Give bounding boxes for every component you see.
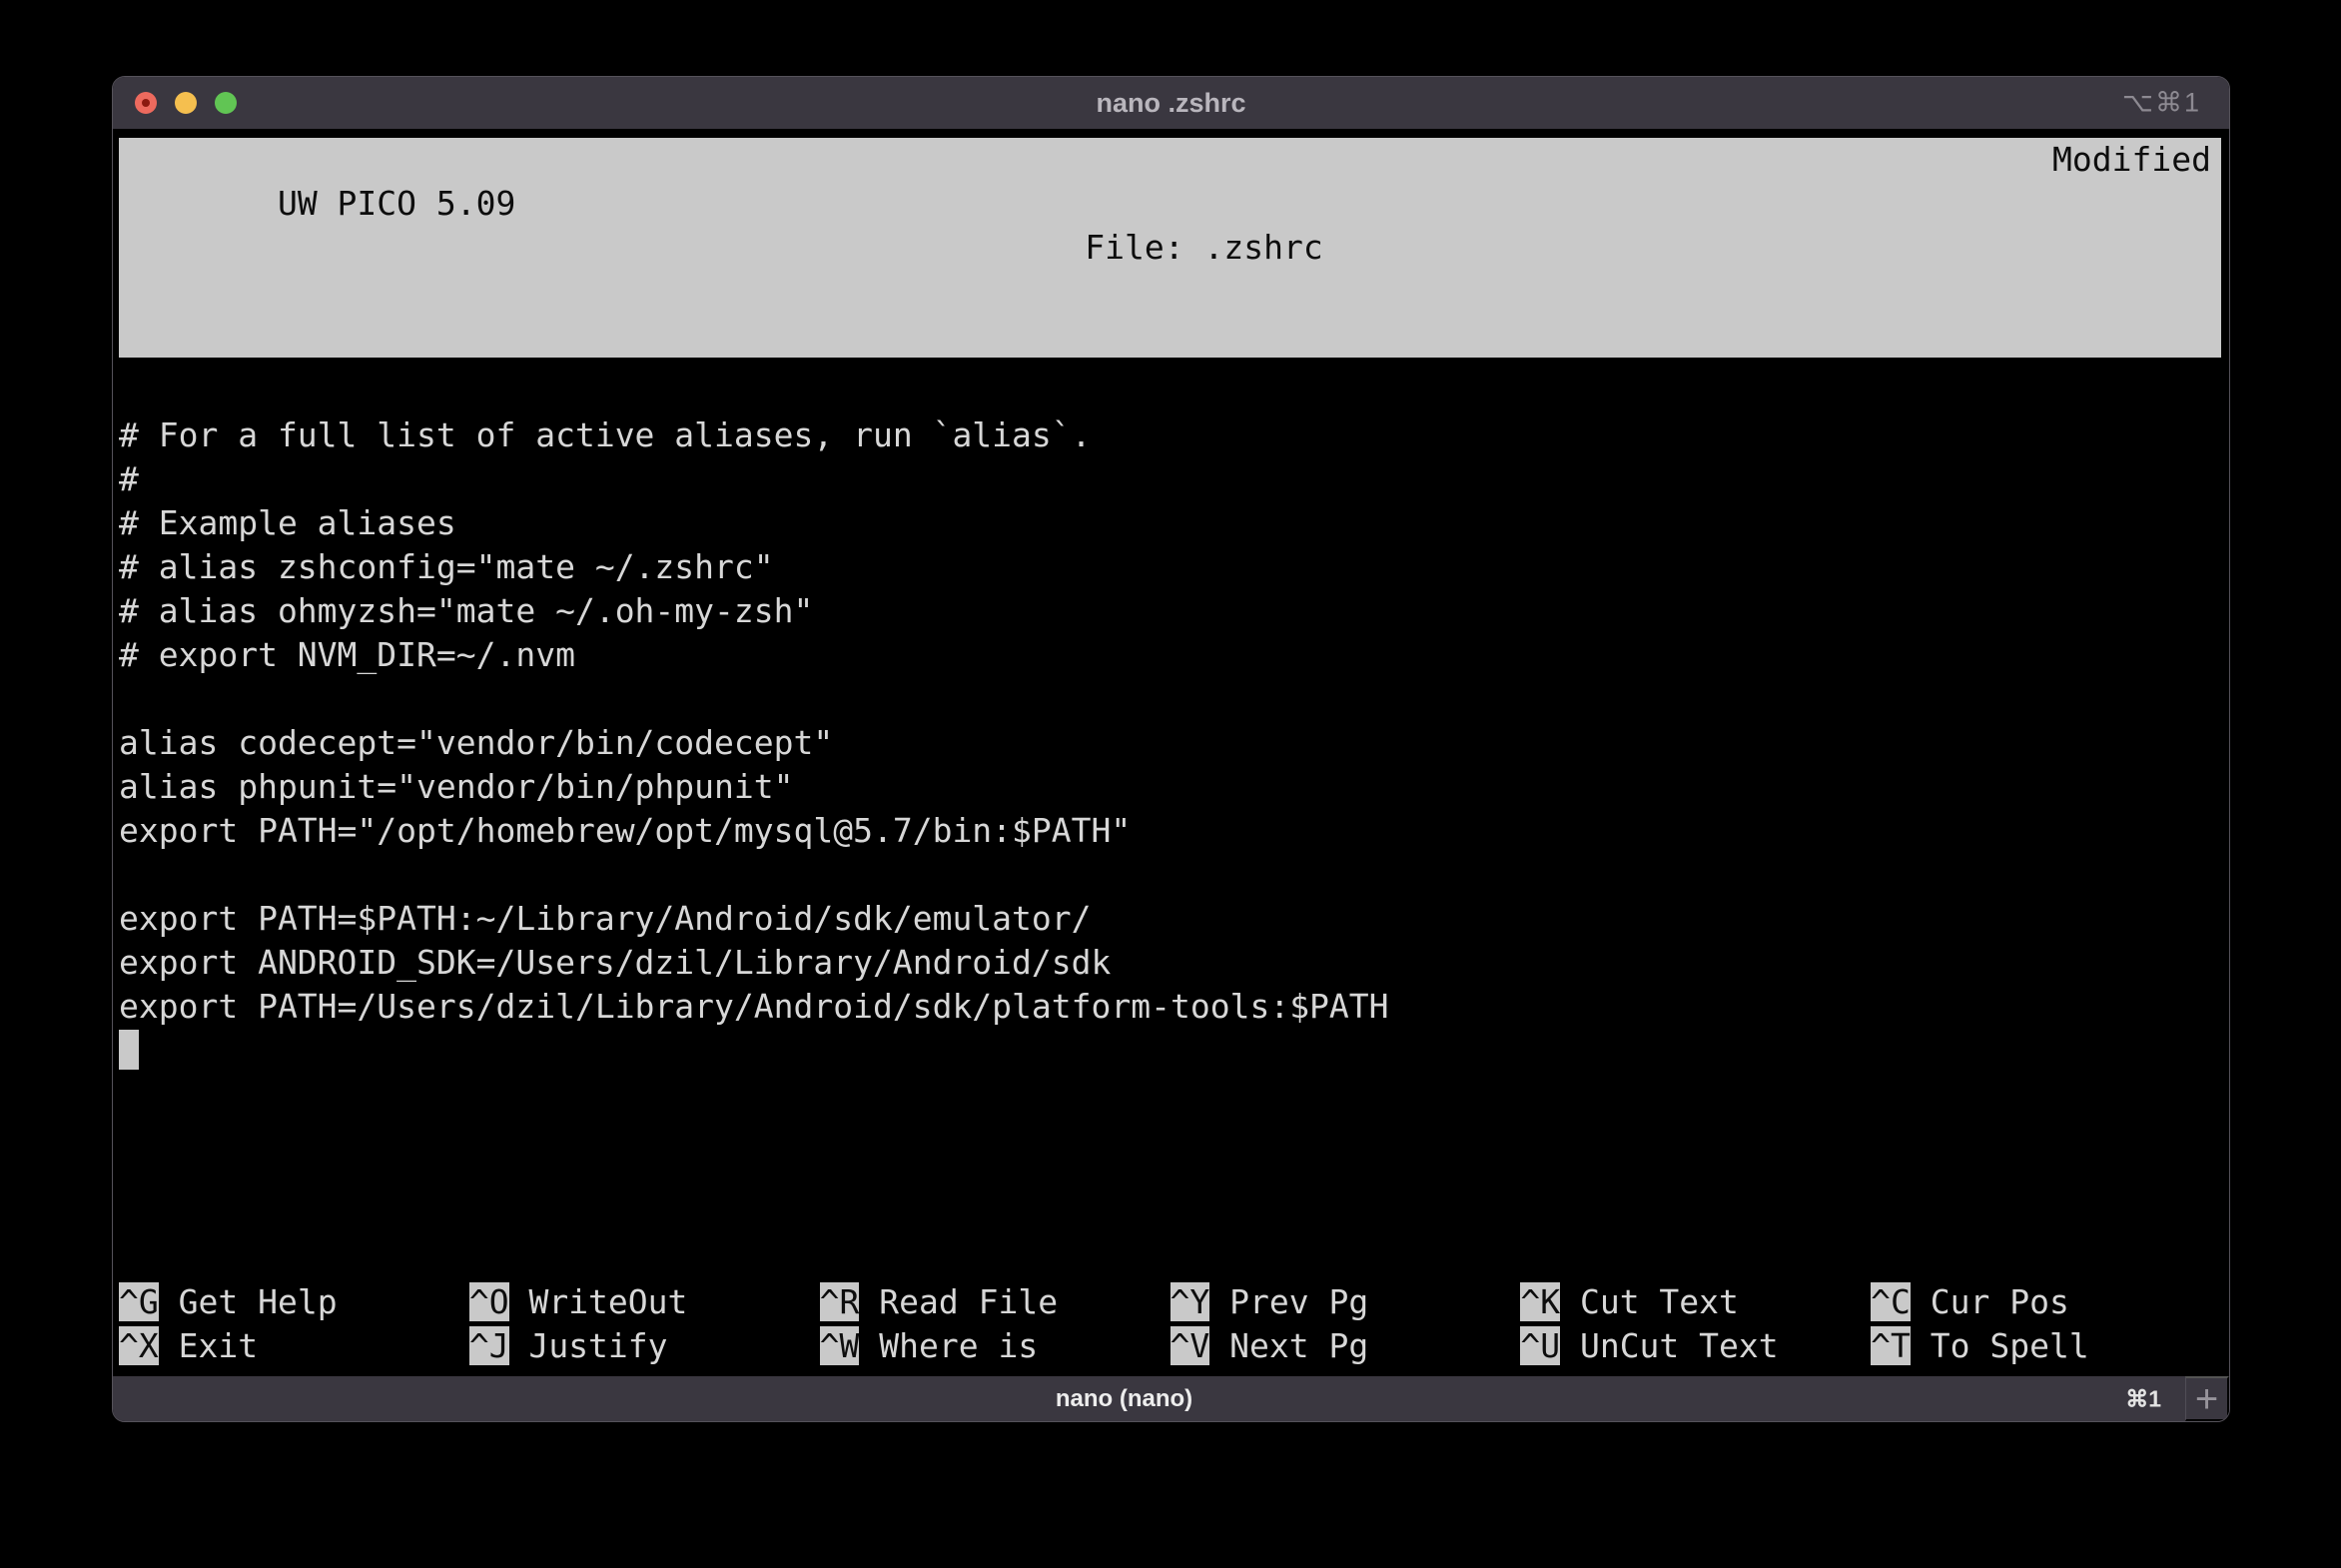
nano-modified-flag: Modified [2052,138,2211,182]
tab-shortcut-badge: ⌘1 [2125,1385,2161,1412]
buffer-line-13: export ANDROID_SDK=/Users/dzil/Library/A… [119,941,2221,985]
cursor-line [119,1029,2221,1073]
shortcut-key: ^O [469,1282,509,1321]
buffer-line-9: alias phpunit="vendor/bin/phpunit" [119,765,2221,809]
shortcut-key: ^J [469,1326,509,1365]
terminal-screen[interactable]: UW PICO 5.09 File: .zshrc Modified # For… [113,129,2229,1376]
shortcut-uncut-text: ^UUnCut Text [1520,1324,1871,1368]
buffer-line-1: # For a full list of active aliases, run… [119,413,2221,457]
buffer-empty-space [119,1073,2221,1280]
nano-shortcuts-row2: ^XExit^JJustify^WWhere is^VNext Pg^UUnCu… [119,1324,2221,1368]
shortcut-label: Exit [159,1326,258,1365]
nano-shortcuts-row1: ^GGet Help^OWriteOut^RRead File^YPrev Pg… [119,1280,2221,1324]
minimize-button[interactable] [175,92,197,114]
shortcut-key: ^W [820,1326,860,1365]
shortcut-key: ^R [820,1282,860,1321]
shortcut-next-pg: ^VNext Pg [1170,1324,1521,1368]
tab-hotkey-hint: ⌥⌘1 [2122,88,2201,119]
shortcut-key: ^V [1170,1326,1210,1365]
tab-title: nano (nano) [1056,1385,1192,1413]
shortcut-label: WriteOut [509,1282,688,1321]
window-titlebar[interactable]: nano .zshrc ⌥⌘1 [113,77,2229,129]
buffer-line-7 [119,677,2221,721]
shortcut-to-spell: ^TTo Spell [1871,1324,2221,1368]
buffer-line-10: export PATH="/opt/homebrew/opt/mysql@5.7… [119,809,2221,853]
shortcut-get-help: ^GGet Help [119,1280,469,1324]
plus-icon: + [2195,1379,2218,1419]
shortcut-key: ^U [1520,1326,1560,1365]
shortcut-label: Justify [509,1326,668,1365]
buffer-line-2: # [119,457,2221,501]
shortcut-prev-pg: ^YPrev Pg [1170,1280,1521,1324]
buffer-line-14: export PATH=/Users/dzil/Library/Android/… [119,985,2221,1029]
shortcut-key: ^G [119,1282,159,1321]
tab-bar: nano (nano) ⌘1 + [113,1376,2229,1421]
shortcut-key: ^Y [1170,1282,1210,1321]
text-cursor [119,1030,139,1070]
text-buffer: # For a full list of active aliases, run… [119,413,2221,1073]
shortcut-key: ^C [1871,1282,1911,1321]
buffer-line-3: # Example aliases [119,501,2221,545]
buffer-line-6: # export NVM_DIR=~/.nvm [119,633,2221,677]
shortcut-key: ^T [1871,1326,1911,1365]
tab-nano[interactable]: nano (nano) ⌘1 [113,1376,2185,1421]
buffer-top-gap [119,358,2221,413]
window-title: nano .zshrc [1096,88,1245,119]
shortcut-label: Next Pg [1209,1326,1368,1365]
buffer-line-12: export PATH=$PATH:~/Library/Android/sdk/… [119,897,2221,941]
buffer-line-5: # alias ohmyzsh="mate ~/.oh-my-zsh" [119,589,2221,633]
shortcut-exit: ^XExit [119,1324,469,1368]
shortcut-where-is: ^WWhere is [820,1324,1170,1368]
shortcut-read-file: ^RRead File [820,1280,1170,1324]
buffer-line-4: # alias zshconfig="mate ~/.zshrc" [119,545,2221,589]
shortcut-key: ^X [119,1326,159,1365]
shortcut-key: ^K [1520,1282,1560,1321]
nano-filename: File: .zshrc [1085,226,1322,270]
shortcut-justify: ^JJustify [469,1324,820,1368]
shortcut-cut-text: ^KCut Text [1520,1280,1871,1324]
close-button[interactable] [135,92,157,114]
shortcut-label: Prev Pg [1209,1282,1368,1321]
terminal-window: nano .zshrc ⌥⌘1 UW PICO 5.09 File: .zshr… [112,76,2230,1422]
zoom-button[interactable] [215,92,237,114]
nano-status-bar: UW PICO 5.09 File: .zshrc Modified [119,138,2221,358]
new-tab-button[interactable]: + [2185,1376,2229,1421]
buffer-line-8: alias codecept="vendor/bin/codecept" [119,721,2221,765]
buffer-line-11 [119,853,2221,897]
shortcut-writeout: ^OWriteOut [469,1280,820,1324]
nano-version: UW PICO 5.09 [238,184,515,223]
shortcut-cur-pos: ^CCur Pos [1871,1280,2221,1324]
shortcut-label: Cur Pos [1911,1282,2069,1321]
shortcut-label: Where is [859,1326,1038,1365]
shortcut-label: UnCut Text [1560,1326,1779,1365]
shortcut-label: Get Help [159,1282,338,1321]
shortcut-label: Read File [859,1282,1058,1321]
traffic-lights [135,77,237,129]
shortcut-label: Cut Text [1560,1282,1739,1321]
shortcut-label: To Spell [1911,1326,2089,1365]
